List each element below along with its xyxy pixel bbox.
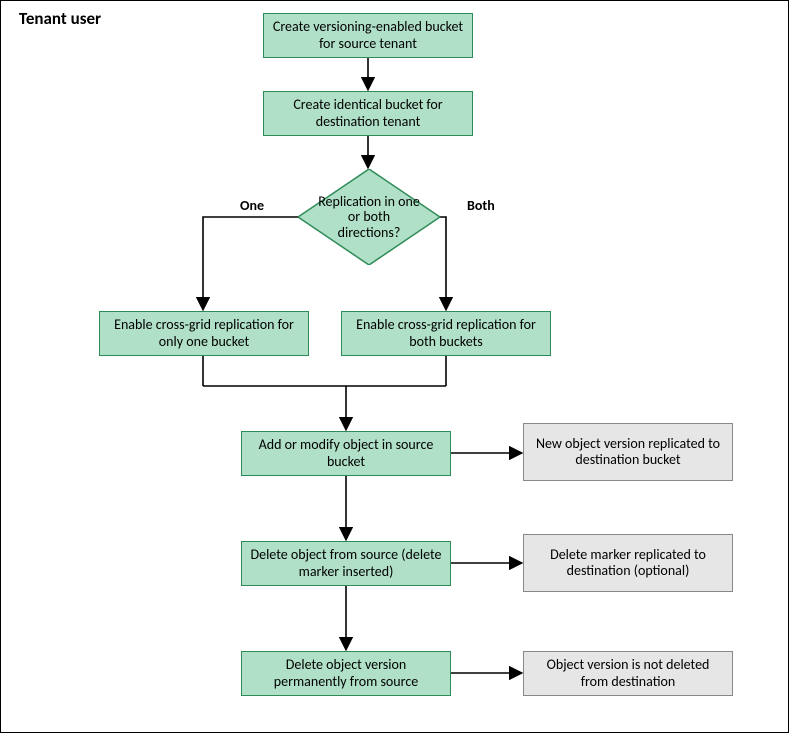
diagram-title: Tenant user — [15, 9, 105, 29]
decision-label: Replication in one or both directions? — [298, 169, 440, 265]
branch-label-both: Both — [467, 197, 495, 214]
result-delete-marker-replicated: Delete marker replicated to destination … — [523, 534, 733, 592]
step-create-dest-bucket: Create identical bucket for destination … — [263, 91, 473, 136]
step-label: Create identical bucket for destination … — [272, 97, 464, 129]
flowchart-canvas: Tenant user Create versioning-enabled bu… — [0, 0, 789, 733]
step-label: Create versioning-enabled bucket for sou… — [272, 19, 464, 51]
result-not-deleted: Object version is not deleted from desti… — [523, 651, 733, 696]
result-label: Delete marker replicated to destination … — [532, 547, 724, 579]
step-label: Enable cross-grid replication for both b… — [350, 317, 542, 349]
step-label: Enable cross-grid replication for only o… — [108, 317, 300, 349]
step-enable-one-bucket: Enable cross-grid replication for only o… — [99, 311, 309, 356]
step-label: Delete object version permanently from s… — [250, 657, 442, 689]
branch-label-one: One — [240, 197, 264, 214]
decision-replication-direction: Replication in one or both directions? — [298, 169, 440, 265]
result-new-version-replicated: New object version replicated to destina… — [523, 423, 733, 481]
step-delete-object-permanent: Delete object version permanently from s… — [241, 651, 451, 696]
step-enable-both-buckets: Enable cross-grid replication for both b… — [341, 311, 551, 356]
step-create-source-bucket: Create versioning-enabled bucket for sou… — [263, 13, 473, 58]
result-label: New object version replicated to destina… — [532, 436, 724, 468]
result-label: Object version is not deleted from desti… — [532, 657, 724, 689]
step-delete-object-marker: Delete object from source (delete marker… — [241, 541, 451, 586]
step-label: Add or modify object in source bucket — [250, 437, 442, 469]
step-add-modify-object: Add or modify object in source bucket — [241, 431, 451, 476]
step-label: Delete object from source (delete marker… — [250, 547, 442, 579]
